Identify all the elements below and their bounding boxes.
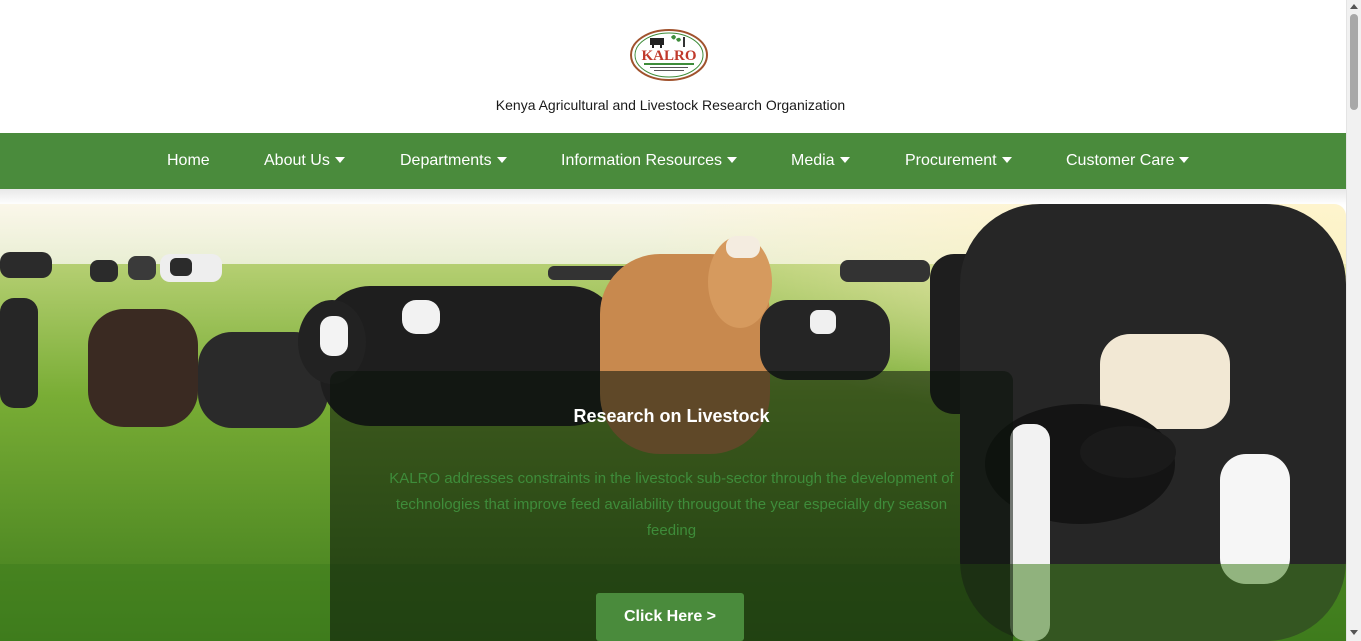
hero-slider: Research on Livestock KALRO addresses co… [0, 204, 1346, 641]
caret-down-icon [839, 156, 850, 163]
site-header: KALRO Kenya Agricultural and Livestock R… [0, 0, 1346, 133]
nav-item-about-us[interactable]: About Us [264, 133, 345, 189]
hero-caption-panel: Research on Livestock KALRO addresses co… [330, 371, 1013, 641]
nav-item-label: Media [791, 152, 835, 169]
nav-item-home[interactable]: Home [167, 133, 210, 189]
page-scrollbar[interactable] [1346, 0, 1361, 641]
hero-title: Research on Livestock [573, 406, 770, 426]
nav-item-label: Home [167, 152, 210, 169]
caret-down-icon [496, 156, 507, 163]
nav-item-label: Departments [400, 152, 492, 169]
nav-item-label: Customer Care [1066, 152, 1175, 169]
scroll-thumb[interactable] [1350, 14, 1358, 110]
main-navigation: Home About Us Departments Information Re… [0, 133, 1346, 189]
nav-item-media[interactable]: Media [791, 133, 850, 189]
organization-name: Kenya Agricultural and Livestock Researc… [495, 97, 846, 113]
hero-description: KALRO addresses constraints in the lives… [389, 470, 954, 539]
nav-item-label: About Us [264, 152, 330, 169]
nav-item-departments[interactable]: Departments [400, 133, 507, 189]
nav-item-label: Information Resources [561, 152, 722, 169]
logo-wordmark: KALRO [641, 48, 696, 64]
nav-shadow [0, 189, 1346, 205]
scroll-up-arrow-icon[interactable] [1350, 4, 1358, 9]
caret-down-icon [1001, 156, 1012, 163]
scroll-down-arrow-icon[interactable] [1350, 630, 1358, 635]
caret-down-icon [726, 156, 737, 163]
nav-item-label: Procurement [905, 152, 997, 169]
nav-item-customer-care[interactable]: Customer Care [1066, 133, 1190, 189]
kalro-logo[interactable]: KALRO [628, 27, 710, 83]
caret-down-icon [334, 156, 345, 163]
nav-item-procurement[interactable]: Procurement [905, 133, 1012, 189]
caret-down-icon [1179, 156, 1190, 163]
click-here-button[interactable]: Click Here > [596, 593, 744, 641]
nav-item-information-resources[interactable]: Information Resources [561, 133, 737, 189]
